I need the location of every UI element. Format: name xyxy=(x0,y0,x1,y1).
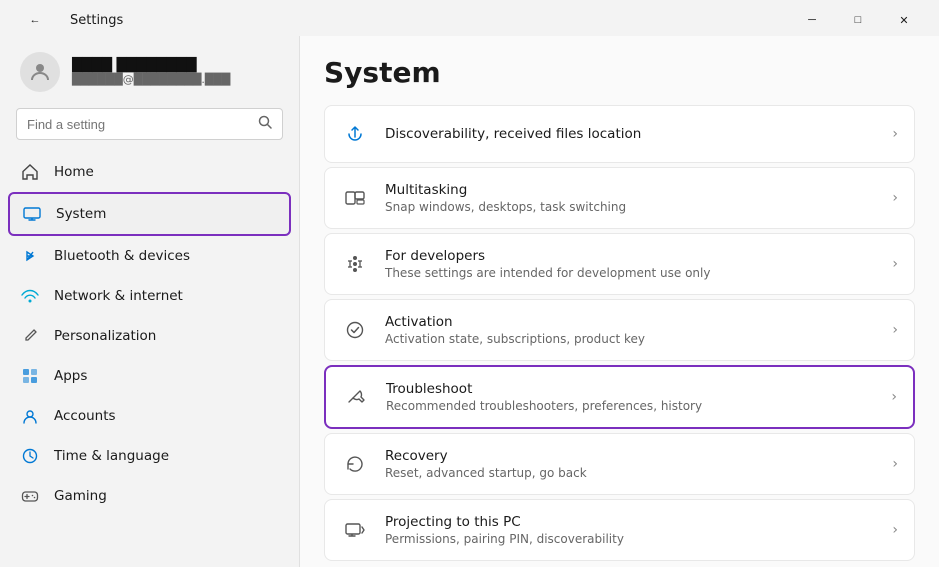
avatar xyxy=(20,52,60,92)
search-box[interactable] xyxy=(16,108,283,140)
settings-item-activation-text: Activation Activation state, subscriptio… xyxy=(385,314,876,346)
settings-item-discoverability-text: Discoverability, received files location xyxy=(385,126,876,142)
sidebar-item-accounts[interactable]: Accounts xyxy=(8,396,291,436)
accounts-icon xyxy=(20,406,40,426)
settings-item-recovery-title: Recovery xyxy=(385,448,876,464)
settings-item-activation-desc: Activation state, subscriptions, product… xyxy=(385,332,876,346)
title-bar-left: ← Settings xyxy=(12,6,123,34)
user-profile[interactable]: ████ ████████ ██████@████████.███ xyxy=(0,36,299,104)
settings-item-discoverability[interactable]: Discoverability, received files location… xyxy=(324,105,915,163)
sidebar-item-label-apps: Apps xyxy=(54,368,87,384)
user-name: ████ ████████ xyxy=(72,58,230,73)
back-button[interactable]: ← xyxy=(12,6,58,34)
sidebar-item-label-bluetooth: Bluetooth & devices xyxy=(54,248,190,264)
personalization-icon xyxy=(20,326,40,346)
settings-item-recovery[interactable]: Recovery Reset, advanced startup, go bac… xyxy=(324,433,915,495)
gaming-icon xyxy=(20,486,40,506)
settings-item-multitasking-text: Multitasking Snap windows, desktops, tas… xyxy=(385,182,876,214)
settings-item-projecting[interactable]: Projecting to this PC Permissions, pairi… xyxy=(324,499,915,561)
sidebar-item-label-gaming: Gaming xyxy=(54,488,107,504)
chevron-right-icon: › xyxy=(892,256,898,272)
settings-item-developers[interactable]: For developers These settings are intend… xyxy=(324,233,915,295)
settings-item-troubleshoot[interactable]: Troubleshoot Recommended troubleshooters… xyxy=(324,365,915,429)
settings-item-multitasking[interactable]: Multitasking Snap windows, desktops, tas… xyxy=(324,167,915,229)
time-icon xyxy=(20,446,40,466)
chevron-right-icon: › xyxy=(892,456,898,472)
discoverability-icon xyxy=(341,120,369,148)
maximize-button[interactable]: □ xyxy=(835,6,881,34)
settings-item-recovery-text: Recovery Reset, advanced startup, go bac… xyxy=(385,448,876,480)
window-controls: ─ □ ✕ xyxy=(789,6,927,34)
chevron-right-icon: › xyxy=(892,322,898,338)
sidebar-item-label-home: Home xyxy=(54,164,94,180)
sidebar-item-network[interactable]: Network & internet xyxy=(8,276,291,316)
sidebar-item-bluetooth[interactable]: Bluetooth & devices xyxy=(8,236,291,276)
recovery-icon xyxy=(341,450,369,478)
settings-item-troubleshoot-desc: Recommended troubleshooters, preferences… xyxy=(386,399,875,413)
search-input[interactable] xyxy=(27,117,250,132)
sidebar-item-system[interactable]: System xyxy=(8,192,291,236)
user-email: ██████@████████.███ xyxy=(72,73,230,86)
settings-item-multitasking-desc: Snap windows, desktops, task switching xyxy=(385,200,876,214)
system-icon xyxy=(22,204,42,224)
settings-item-troubleshoot-text: Troubleshoot Recommended troubleshooters… xyxy=(386,381,875,413)
multitasking-icon xyxy=(341,184,369,212)
settings-item-developers-desc: These settings are intended for developm… xyxy=(385,266,876,280)
bluetooth-icon xyxy=(20,246,40,266)
sidebar-item-label-accounts: Accounts xyxy=(54,408,116,424)
user-info: ████ ████████ ██████@████████.███ xyxy=(72,58,230,86)
sidebar-item-apps[interactable]: Apps xyxy=(8,356,291,396)
network-icon xyxy=(20,286,40,306)
main-content: System Discoverability, received files l… xyxy=(300,36,939,567)
search-icon xyxy=(258,115,272,133)
settings-item-troubleshoot-title: Troubleshoot xyxy=(386,381,875,397)
close-button[interactable]: ✕ xyxy=(881,6,927,34)
settings-item-projecting-desc: Permissions, pairing PIN, discoverabilit… xyxy=(385,532,876,546)
sidebar: ████ ████████ ██████@████████.███ xyxy=(0,36,300,567)
sidebar-item-gaming[interactable]: Gaming xyxy=(8,476,291,516)
settings-item-activation[interactable]: Activation Activation state, subscriptio… xyxy=(324,299,915,361)
chevron-right-icon: › xyxy=(891,389,897,405)
app-body: ████ ████████ ██████@████████.███ xyxy=(0,36,939,567)
apps-icon xyxy=(20,366,40,386)
sidebar-item-home[interactable]: Home xyxy=(8,152,291,192)
minimize-button[interactable]: ─ xyxy=(789,6,835,34)
projecting-icon xyxy=(341,516,369,544)
page-title: System xyxy=(324,56,915,89)
troubleshoot-icon xyxy=(342,383,370,411)
developers-icon xyxy=(341,250,369,278)
activation-icon xyxy=(341,316,369,344)
chevron-right-icon: › xyxy=(892,126,898,142)
sidebar-item-label-system: System xyxy=(56,206,106,222)
settings-item-projecting-text: Projecting to this PC Permissions, pairi… xyxy=(385,514,876,546)
sidebar-item-time[interactable]: Time & language xyxy=(8,436,291,476)
settings-item-discoverability-title: Discoverability, received files location xyxy=(385,126,876,142)
chevron-right-icon: › xyxy=(892,522,898,538)
settings-item-developers-title: For developers xyxy=(385,248,876,264)
chevron-right-icon: › xyxy=(892,190,898,206)
settings-item-recovery-desc: Reset, advanced startup, go back xyxy=(385,466,876,480)
home-icon xyxy=(20,162,40,182)
nav-list: Home System xyxy=(0,148,299,567)
sidebar-item-personalization[interactable]: Personalization xyxy=(8,316,291,356)
sidebar-item-label-time: Time & language xyxy=(54,448,169,464)
app-title: Settings xyxy=(70,13,123,28)
settings-item-multitasking-title: Multitasking xyxy=(385,182,876,198)
sidebar-item-label-personalization: Personalization xyxy=(54,328,156,344)
sidebar-item-label-network: Network & internet xyxy=(54,288,183,304)
settings-item-activation-title: Activation xyxy=(385,314,876,330)
settings-item-projecting-title: Projecting to this PC xyxy=(385,514,876,530)
settings-list: Discoverability, received files location… xyxy=(324,105,915,561)
title-bar: ← Settings ─ □ ✕ xyxy=(0,0,939,36)
settings-item-developers-text: For developers These settings are intend… xyxy=(385,248,876,280)
